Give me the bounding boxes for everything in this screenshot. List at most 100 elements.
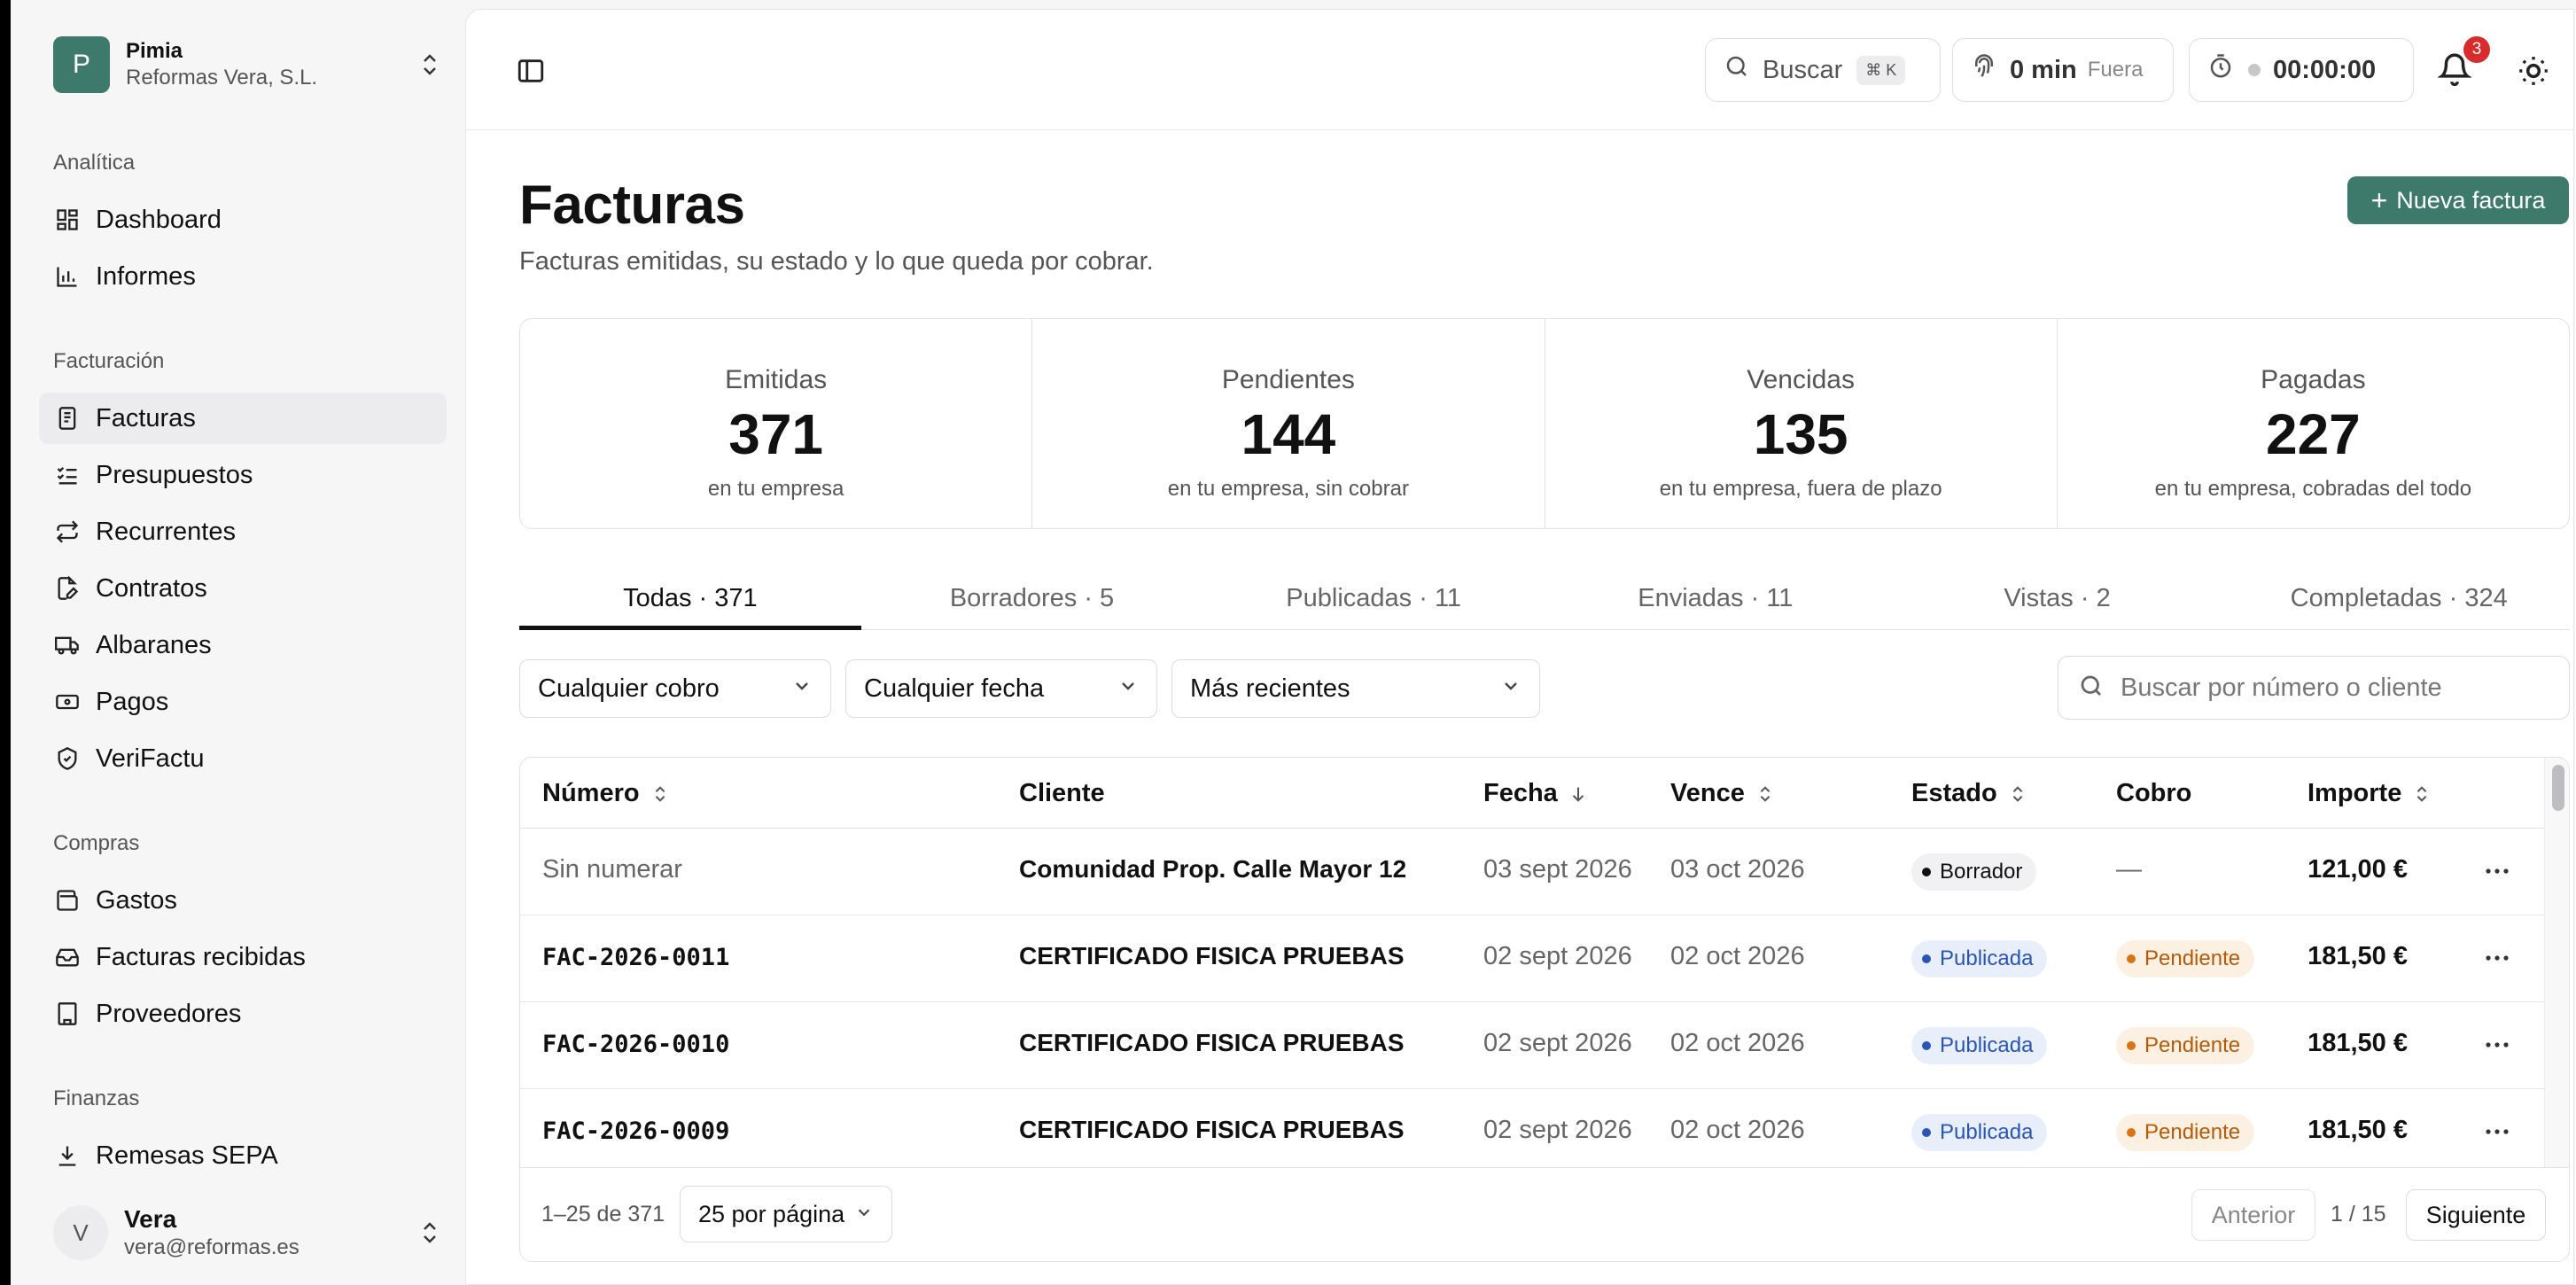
org-switcher[interactable]: P Pimia Reformas Vera, S.L. — [53, 35, 443, 94]
column-numero[interactable]: Número — [542, 779, 670, 808]
sidebar-item-recurrentes[interactable]: Recurrentes — [39, 506, 447, 557]
table-row[interactable]: FAC-2026-0011 CERTIFICADO FISICA PRUEBAS… — [520, 915, 2546, 1002]
user-menu[interactable]: V Vera vera@reformas.es — [53, 1203, 443, 1262]
status-badge: Publicada — [1911, 1114, 2048, 1151]
sidebar-item-verifactu[interactable]: VeriFactu — [39, 733, 447, 784]
topbar: Buscar ⌘ K 0 min Fuera 00:00:00 3 — [466, 10, 2573, 130]
tab-vistas[interactable]: Vistas · 2 — [1887, 568, 2229, 629]
sidebar-item-label: Presupuestos — [96, 460, 253, 489]
sidebar-item-proveedores[interactable]: Proveedores — [39, 988, 447, 1040]
fecha-filter-select[interactable]: Cualquier fecha — [845, 659, 1157, 718]
table-scrollbar[interactable] — [2544, 758, 2569, 1167]
status-tabs: Todas · 371 Borradores · 5 Publicadas · … — [519, 568, 2570, 630]
status-badge: Borrador — [1911, 853, 2037, 891]
tab-todas[interactable]: Todas · 371 — [519, 568, 861, 630]
more-horizontal-icon[interactable] — [2483, 1121, 2515, 1142]
sidebar-item-albaranes[interactable]: Albaranes — [39, 619, 447, 671]
table-row[interactable]: FAC-2026-0010 CERTIFICADO FISICA PRUEBAS… — [520, 1002, 2546, 1089]
cobro-filter-value: Cualquier cobro — [538, 674, 720, 703]
sidebar-toggle-icon[interactable] — [516, 56, 546, 86]
scrollbar-thumb[interactable] — [2552, 765, 2564, 811]
stat-value: 227 — [2265, 402, 2361, 466]
tab-borradores[interactable]: Borradores · 5 — [861, 568, 1203, 629]
stat-label: Pendientes — [1221, 365, 1355, 394]
tab-completadas[interactable]: Completadas · 324 — [2228, 568, 2570, 629]
column-vence[interactable]: Vence — [1670, 779, 1775, 808]
sun-icon[interactable] — [2517, 54, 2550, 88]
new-invoice-button[interactable]: + Nueva factura — [2347, 176, 2569, 224]
column-estado[interactable]: Estado — [1911, 779, 2027, 808]
tab-enviadas[interactable]: Enviadas · 11 — [1545, 568, 1887, 629]
table-search — [2058, 656, 2570, 720]
stat-emitidas: Emitidas 371 en tu empresa — [520, 319, 1033, 528]
status-badge: Publicada — [1911, 1027, 2048, 1064]
tab-publicadas[interactable]: Publicadas · 11 — [1202, 568, 1545, 629]
column-importe[interactable]: Importe — [2308, 779, 2432, 808]
attendance-status: Fuera — [2087, 58, 2144, 82]
fecha-filter-value: Cualquier fecha — [864, 674, 1045, 703]
column-label: Cobro — [2116, 779, 2192, 807]
cell-cliente: CERTIFICADO FISICA PRUEBAS — [1019, 1029, 1405, 1056]
timer-button[interactable]: 00:00:00 — [2189, 38, 2414, 102]
sidebar-item-remesas-sepa[interactable]: Remesas SEPA — [39, 1130, 447, 1181]
wallet-icon — [55, 888, 80, 913]
table-row[interactable]: Sin numerar Comunidad Prop. Calle Mayor … — [520, 829, 2546, 915]
per-page-value: 25 por página — [698, 1200, 845, 1227]
user-name: Vera — [124, 1205, 177, 1233]
stat-label: Vencidas — [1747, 365, 1855, 394]
column-cliente: Cliente — [1019, 779, 1105, 808]
search-shortcut: ⌘ K — [1856, 55, 1906, 85]
sidebar-item-dashboard[interactable]: Dashboard — [39, 194, 447, 245]
sort-value: Más recientes — [1190, 674, 1350, 703]
sidebar-item-contratos[interactable]: Contratos — [39, 563, 447, 614]
sidebar-item-label: Facturas — [96, 403, 196, 432]
cell-fecha: 02 sept 2026 — [1483, 1029, 1632, 1057]
sidebar-item-label: Gastos — [96, 885, 177, 915]
cell-cliente: CERTIFICADO FISICA PRUEBAS — [1019, 1116, 1405, 1143]
notification-badge: 3 — [2463, 36, 2490, 63]
table-search-input[interactable] — [2121, 673, 2546, 703]
global-search-button[interactable]: Buscar ⌘ K — [1705, 38, 1941, 102]
sidebar-item-label: Albaranes — [96, 630, 212, 659]
main-panel: Buscar ⌘ K 0 min Fuera 00:00:00 3 Factur — [465, 9, 2574, 1285]
column-fecha[interactable]: Fecha — [1483, 779, 1588, 808]
status-label: Publicada — [1940, 946, 2034, 970]
chevron-down-icon — [1500, 674, 1521, 704]
sidebar-item-gastos[interactable]: Gastos — [39, 875, 447, 926]
cell-cliente: CERTIFICADO FISICA PRUEBAS — [1019, 942, 1405, 970]
sidebar-item-presupuestos[interactable]: Presupuestos — [39, 449, 447, 501]
cell-numero: FAC-2026-0009 — [542, 1118, 730, 1145]
payment-badge: Pendiente — [2116, 940, 2255, 977]
column-label: Cliente — [1019, 779, 1105, 807]
chevron-down-icon — [791, 674, 813, 704]
fingerprint-icon — [1971, 53, 1997, 87]
more-horizontal-icon[interactable] — [2483, 1034, 2515, 1055]
more-horizontal-icon[interactable] — [2483, 861, 2515, 882]
sort-icon — [2012, 785, 2022, 802]
more-horizontal-icon[interactable] — [2483, 947, 2515, 969]
previous-page-button[interactable]: Anterior — [2191, 1189, 2315, 1241]
next-page-button[interactable]: Siguiente — [2406, 1189, 2546, 1241]
timer-value: 00:00:00 — [2273, 55, 2377, 84]
column-cobro: Cobro — [2116, 779, 2191, 808]
search-icon — [2078, 673, 2105, 704]
status-dot — [1922, 1128, 1931, 1137]
sidebar-item-facturas-recibidas[interactable]: Facturas recibidas — [39, 931, 447, 983]
sort-select[interactable]: Más recientes — [1171, 659, 1540, 718]
table-row[interactable]: FAC-2026-0009 CERTIFICADO FISICA PRUEBAS… — [520, 1089, 2546, 1176]
per-page-select[interactable]: 25 por página — [680, 1186, 892, 1242]
invoices-table: Número Cliente Fecha Vence Estado Cobro … — [519, 757, 2570, 1262]
cell-importe: 181,50 € — [2308, 1116, 2408, 1144]
sidebar-item-label: Remesas SEPA — [96, 1141, 278, 1170]
payment-badge: Pendiente — [2116, 1027, 2255, 1064]
stat-sub: en tu empresa — [707, 477, 844, 501]
cell-numero: FAC-2026-0011 — [542, 944, 730, 971]
stats-card: Emitidas 371 en tu empresa Pendientes 14… — [519, 318, 2570, 529]
sidebar-item-informes[interactable]: Informes — [39, 251, 447, 302]
sidebar-item-facturas[interactable]: Facturas — [39, 393, 447, 444]
sidebar-item-label: Proveedores — [96, 999, 242, 1028]
sidebar: P Pimia Reformas Vera, S.L. Analítica Da… — [11, 0, 464, 1285]
cobro-filter-select[interactable]: Cualquier cobro — [519, 659, 831, 718]
sidebar-item-pagos[interactable]: Pagos — [39, 676, 447, 728]
attendance-button[interactable]: 0 min Fuera — [1952, 38, 2174, 102]
